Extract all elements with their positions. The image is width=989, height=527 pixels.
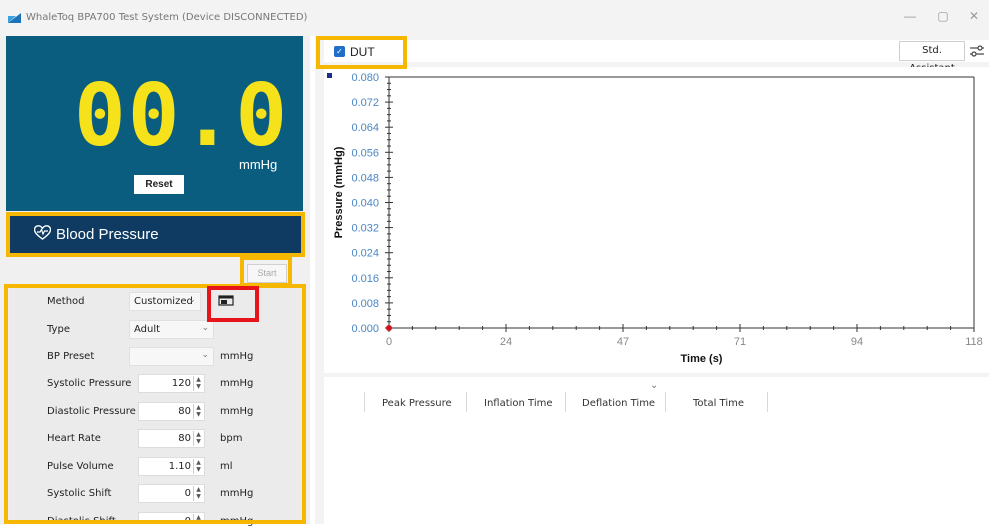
maximize-icon[interactable]: ▢ (931, 9, 955, 23)
highlight-box (316, 36, 407, 69)
y-tick-label: 0.008 (351, 298, 379, 310)
column-divider (364, 392, 365, 412)
sliders-icon[interactable] (969, 44, 985, 58)
window-title: WhaleToq BPA700 Test System (Device DISC… (26, 12, 308, 23)
y-tick-label: 0.072 (351, 97, 379, 109)
column-divider (565, 392, 566, 412)
y-axis-label: Pressure (mmHg) (333, 146, 345, 238)
x-tick-label: 118 (965, 336, 983, 348)
column-divider (466, 392, 467, 412)
pressure-unit: mmHg (239, 157, 278, 172)
y-tick-label: 0.048 (351, 172, 379, 184)
x-axis-label: Time (s) (681, 353, 723, 365)
x-tick-label: 0 (386, 336, 392, 348)
column-divider (767, 392, 768, 412)
pressure-display: 00.0 mmHg Reset (6, 36, 303, 211)
y-tick-label: 0.040 (351, 198, 379, 210)
chart-area: 0.000 0.008 0.016 0.024 0.032 0.040 0.048 0.056… (324, 67, 989, 373)
highlight-box-red (207, 286, 259, 322)
dut-toolbar (324, 40, 989, 62)
y-tick-label: 0.056 (351, 147, 379, 159)
x-tick-label: 94 (851, 336, 863, 348)
deflation-time-header: Deflation Time (582, 398, 656, 409)
x-tick-label: 71 (734, 336, 746, 348)
peak-pressure-header: Peak Pressure (382, 398, 452, 409)
y-tick-label: 0.024 (351, 248, 379, 260)
total-time-header: Total Time (693, 398, 745, 409)
app-logo-icon (8, 13, 21, 23)
legend-marker (327, 73, 332, 78)
chevron-down-icon[interactable]: ⌄ (650, 380, 658, 391)
y-tick-label: 0.032 (351, 223, 379, 235)
title-bar: WhaleToq BPA700 Test System (Device DISC… (0, 0, 989, 36)
x-tick-label: 24 (500, 336, 512, 348)
y-tick-label: 0.080 (351, 72, 379, 84)
data-point (386, 325, 392, 331)
y-tick-label: 0.064 (351, 122, 379, 134)
reset-button[interactable]: Reset (134, 175, 184, 194)
pressure-value: 00.0 (74, 66, 290, 166)
highlight-box (6, 212, 305, 257)
y-tick-label: 0.016 (351, 273, 379, 285)
highlight-box (4, 284, 306, 524)
column-divider (665, 392, 666, 412)
y-tick-label: 0.000 (351, 323, 379, 335)
highlight-box (240, 256, 292, 287)
pressure-chart: 0.000 0.008 0.016 0.024 0.032 0.040 0.048 0.056… (327, 72, 983, 365)
close-icon[interactable]: ✕ (962, 9, 986, 23)
inflation-time-header: Inflation Time (484, 398, 553, 409)
std-assistant-button[interactable]: Std. Assistant (899, 41, 965, 74)
x-tick-label: 47 (617, 336, 629, 348)
minimize-icon[interactable]: — (898, 9, 922, 23)
